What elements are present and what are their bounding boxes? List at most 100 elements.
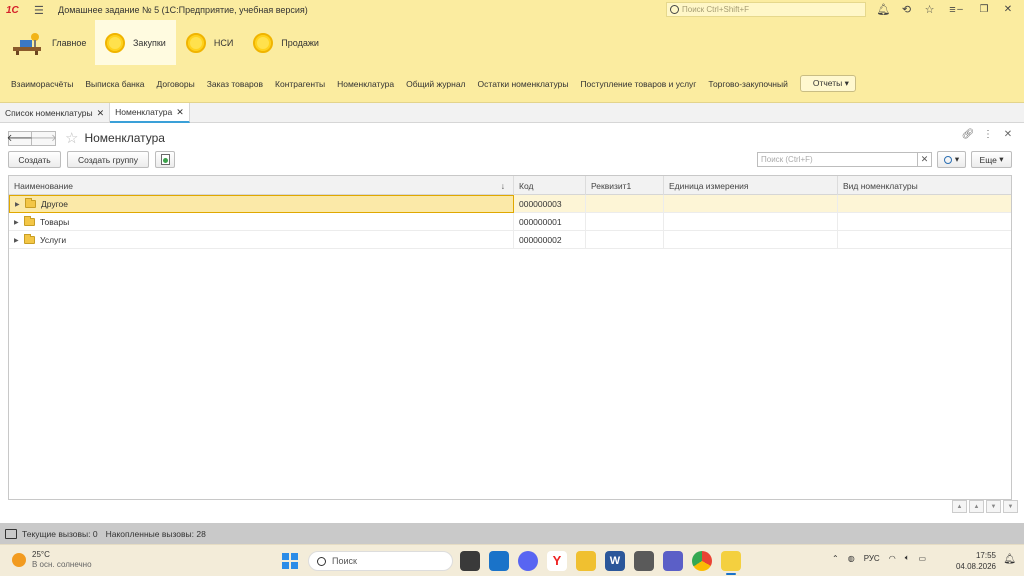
- monitor-icon[interactable]: [5, 528, 17, 539]
- section-nsi[interactable]: НСИ: [176, 20, 243, 65]
- table-row[interactable]: ▶ Услуги 000000002: [9, 231, 1011, 249]
- taskbar-apps: Y W: [460, 551, 750, 575]
- func-link-goods-order[interactable]: Заказ товаров: [201, 79, 269, 89]
- history-icon[interactable]: ⟲: [895, 2, 918, 18]
- word-icon[interactable]: W: [605, 551, 625, 571]
- back-arrow-icon[interactable]: 🡐: [7, 130, 33, 146]
- row-code: 000000003: [514, 195, 586, 213]
- func-link-nomenclature[interactable]: Номенклатура: [331, 79, 400, 89]
- scroll-top-icon[interactable]: ▲: [952, 500, 967, 513]
- app-icon[interactable]: [634, 551, 654, 571]
- row-kind: [838, 213, 1013, 231]
- func-link-contracts[interactable]: Договоры: [151, 79, 201, 89]
- task-view-icon[interactable]: [460, 551, 480, 571]
- column-header-rekv[interactable]: Реквизит1: [586, 176, 664, 195]
- more-actions-button[interactable]: Еще ▾: [971, 151, 1012, 168]
- func-link-receipts[interactable]: Поступление товаров и услуг: [574, 79, 702, 89]
- reports-dropdown-button[interactable]: Отчеты ▾: [799, 75, 856, 92]
- main-menu-icon[interactable]: ☰: [34, 4, 48, 17]
- close-tab-icon[interactable]: ✕: [176, 107, 184, 118]
- close-tab-icon[interactable]: ✕: [97, 108, 105, 119]
- forward-arrow-icon[interactable]: 🡒: [30, 130, 57, 146]
- form-toolbar: Создать Создать группу Поиск (Ctrl+F) ✕ …: [8, 151, 1012, 169]
- func-link-counterparties[interactable]: Контрагенты: [269, 79, 331, 89]
- volume-icon[interactable]: 🔈︎: [905, 553, 910, 563]
- row-code: 000000001: [514, 213, 586, 231]
- restore-button[interactable]: ❐: [972, 2, 996, 18]
- table-scroll-controls: ▲ ▲ ▼ ▼: [950, 500, 1018, 513]
- outlook-icon[interactable]: [489, 551, 509, 571]
- scroll-bottom-icon[interactable]: ▼: [1003, 500, 1018, 513]
- section-sales-label: Продажи: [281, 37, 319, 48]
- create-copy-button[interactable]: [155, 151, 175, 168]
- expand-triangle-icon[interactable]: ▶: [15, 201, 25, 208]
- chevron-up-icon[interactable]: ⌃: [832, 554, 839, 563]
- section-purchases-label: Закупки: [133, 37, 166, 48]
- weather-widget[interactable]: 25°C В осн. солнечно: [12, 550, 92, 570]
- file-explorer-icon[interactable]: [576, 551, 596, 571]
- global-search-input[interactable]: Поиск Ctrl+Shift+F: [666, 2, 866, 17]
- func-link-settlements[interactable]: Взаиморасчёты: [5, 79, 79, 89]
- minimize-button[interactable]: –: [948, 2, 972, 18]
- scroll-up-icon[interactable]: ▲: [969, 500, 984, 513]
- table-header: Наименование ↓ Код Реквизит1 Единица изм…: [9, 176, 1011, 195]
- search-icon: [670, 5, 679, 14]
- row-name: Другое: [41, 199, 69, 209]
- func-link-bank-statement[interactable]: Выписка банка: [79, 79, 150, 89]
- section-nsi-label: НСИ: [213, 37, 234, 48]
- form-header: 🡐 🡒 ☆ Номенклатура 🔗︎ ⋮ ✕: [7, 129, 1018, 147]
- row-name: Товары: [40, 217, 70, 227]
- more-vertical-icon[interactable]: ⋮: [978, 129, 998, 140]
- column-header-name[interactable]: Наименование ↓: [9, 176, 514, 195]
- clear-search-icon[interactable]: ✕: [918, 152, 932, 167]
- row-name-cell[interactable]: ▶ Товары: [9, 213, 514, 231]
- find-button[interactable]: ▾: [937, 151, 966, 168]
- defender-icon[interactable]: ◍: [848, 554, 855, 563]
- expand-triangle-icon[interactable]: ▶: [14, 219, 24, 226]
- section-sales[interactable]: Продажи: [243, 20, 329, 65]
- column-header-kind[interactable]: Вид номенклатуры: [838, 176, 1013, 195]
- language-indicator[interactable]: РУС: [864, 554, 880, 563]
- taskbar-search[interactable]: Поиск: [308, 551, 453, 571]
- row-rekv: [586, 195, 664, 213]
- create-group-button[interactable]: Создать группу: [67, 151, 149, 168]
- table-row[interactable]: ▶ Товары 000000001: [9, 213, 1011, 231]
- tab-nomenclature[interactable]: Номенклатура ✕: [110, 103, 190, 123]
- link-icon[interactable]: 🔗︎: [958, 129, 978, 140]
- column-header-code[interactable]: Код: [514, 176, 586, 195]
- 1c-app-icon[interactable]: [721, 551, 741, 575]
- list-search-input[interactable]: Поиск (Ctrl+F): [757, 152, 918, 167]
- nomenclature-table[interactable]: Наименование ↓ Код Реквизит1 Единица изм…: [8, 175, 1012, 500]
- more-actions-label: Еще: [979, 154, 997, 165]
- create-button[interactable]: Создать: [8, 151, 61, 168]
- battery-icon[interactable]: ▭: [919, 554, 927, 563]
- wifi-icon[interactable]: ◠: [889, 554, 896, 563]
- row-name-cell[interactable]: ▶ Услуги: [9, 231, 514, 249]
- row-name-cell[interactable]: ▶ Другое: [9, 195, 514, 213]
- windows-start-icon[interactable]: [282, 553, 298, 569]
- favorites-star-icon[interactable]: ☆: [918, 2, 941, 18]
- section-main[interactable]: Главное: [0, 20, 95, 65]
- favorite-star-icon[interactable]: ☆: [65, 131, 78, 146]
- global-search-placeholder: Поиск Ctrl+Shift+F: [682, 5, 750, 14]
- section-purchases[interactable]: Закупки: [95, 20, 176, 65]
- search-icon: [317, 556, 326, 566]
- func-link-general-journal[interactable]: Общий журнал: [400, 79, 471, 89]
- current-calls: Текущие вызовы: 0: [22, 528, 98, 539]
- yandex-browser-icon[interactable]: Y: [547, 551, 567, 571]
- scroll-down-icon[interactable]: ▼: [986, 500, 1001, 513]
- table-row[interactable]: ▶ Другое 000000003: [9, 195, 1011, 213]
- teams-icon[interactable]: [663, 551, 683, 571]
- close-form-icon[interactable]: ✕: [998, 129, 1018, 140]
- column-header-unit[interactable]: Единица измерения: [664, 176, 838, 195]
- close-button[interactable]: ✕: [996, 2, 1020, 18]
- discord-icon[interactable]: [518, 551, 538, 571]
- tab-nomenclature-list[interactable]: Список номенклатуры ✕: [0, 103, 111, 123]
- clock[interactable]: 17:55 04.08.2026: [956, 550, 996, 572]
- expand-triangle-icon[interactable]: ▶: [14, 237, 24, 244]
- chrome-icon[interactable]: [692, 551, 712, 571]
- notifications-icon[interactable]: 🔔︎: [1003, 554, 1016, 565]
- func-link-trade-purchase[interactable]: Торгово-закупочный: [702, 79, 793, 89]
- func-link-stock-balances[interactable]: Остатки номенклатуры: [472, 79, 575, 89]
- bell-icon[interactable]: 🔔︎: [872, 2, 895, 18]
